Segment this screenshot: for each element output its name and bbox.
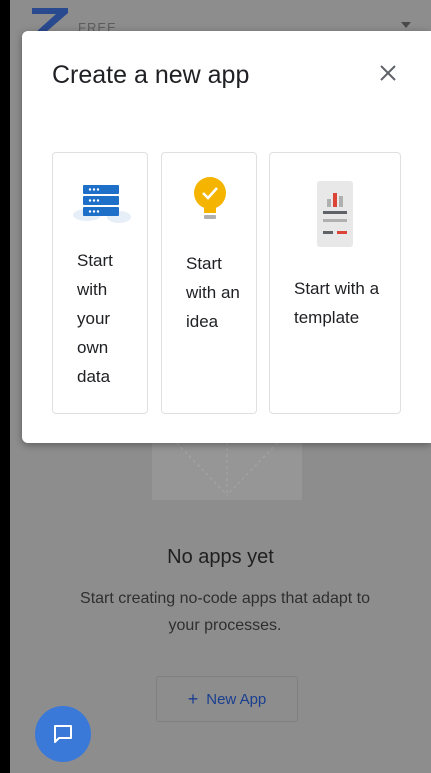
option-label: Start with your own data: [77, 251, 113, 386]
new-app-label: New App: [206, 690, 267, 708]
option-own-data[interactable]: Start with your own data: [52, 152, 148, 414]
option-label: Start with a template: [294, 279, 380, 327]
lightbulb-icon: [194, 177, 226, 219]
option-idea[interactable]: Start with an idea: [161, 152, 257, 414]
new-app-button[interactable]: + New App: [156, 676, 298, 722]
create-app-dialog: Create a new app Start with your own dat…: [22, 31, 431, 443]
account-chevron-down-icon[interactable]: [401, 22, 411, 28]
option-template[interactable]: Start with a template: [269, 152, 401, 414]
close-button[interactable]: [376, 61, 400, 85]
dialog-title: Create a new app: [52, 61, 250, 89]
empty-state-subtitle: Start creating no-code apps that adapt t…: [80, 590, 370, 634]
chat-button[interactable]: [35, 706, 91, 762]
server-icon: [73, 185, 131, 223]
left-black-strip: [0, 0, 10, 773]
app-bar: FREE: [10, 0, 431, 35]
plus-icon: +: [187, 688, 199, 709]
option-label: Start with an idea: [186, 254, 240, 331]
empty-state-title: No apps yet: [167, 546, 274, 568]
close-icon: [380, 65, 396, 81]
chat-bubble-icon: [54, 725, 72, 743]
app-logo-icon: [32, 8, 68, 32]
phone-template-icon: [317, 181, 353, 247]
